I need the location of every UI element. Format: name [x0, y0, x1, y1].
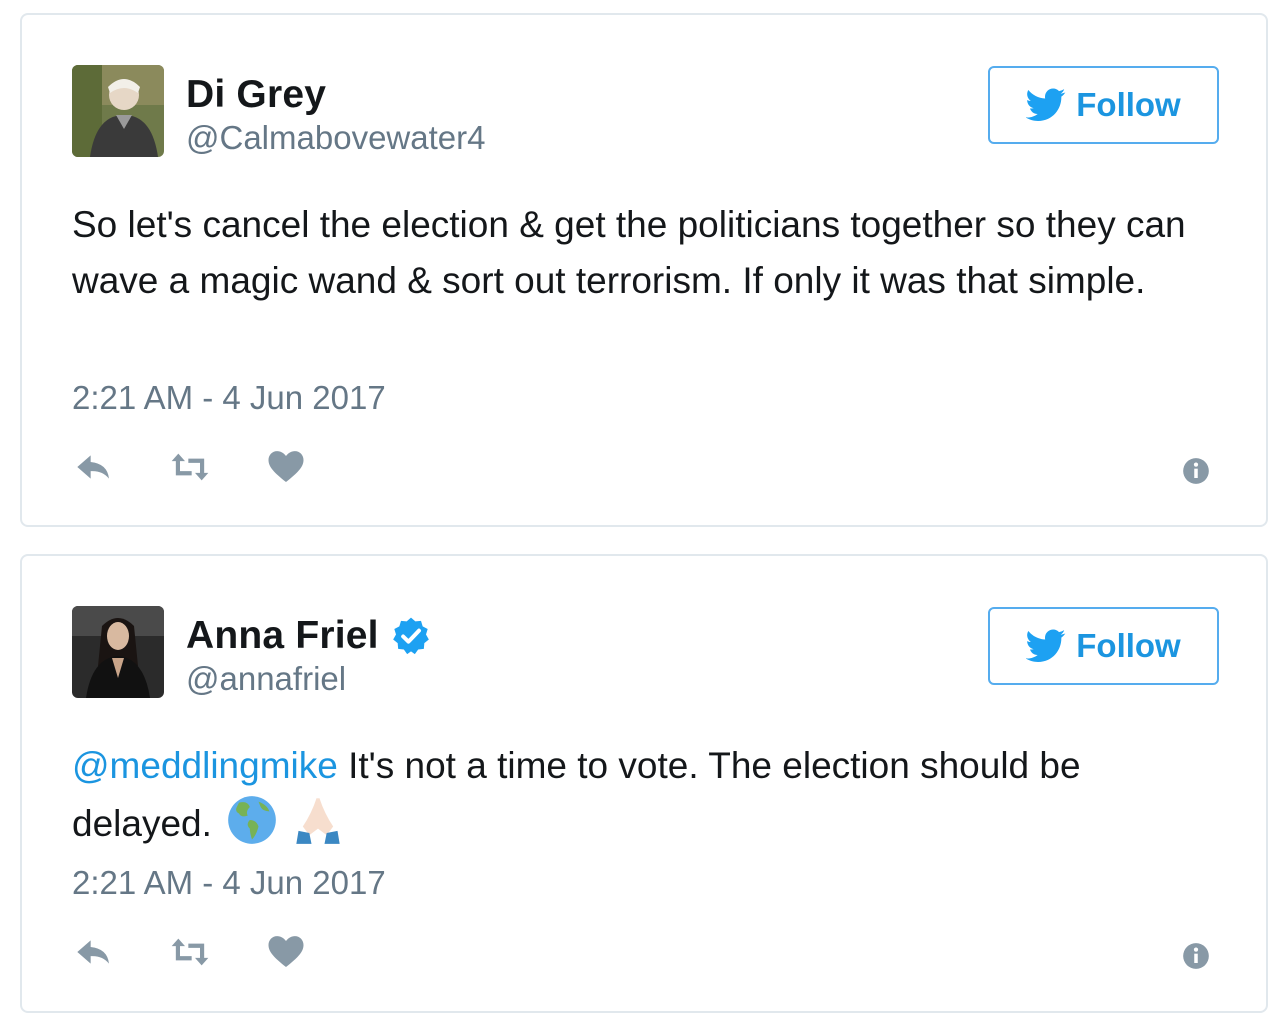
- twitter-bird-icon: [1026, 88, 1066, 121]
- twitter-bird-icon: [1026, 629, 1066, 662]
- heart-icon[interactable]: [266, 447, 306, 487]
- tweet-card: Di Grey @Calmabovewater4 Follow So let's…: [20, 13, 1268, 527]
- verified-badge-icon: [392, 617, 429, 655]
- user-handle[interactable]: @Calmabovewater4: [186, 119, 485, 157]
- info-icon[interactable]: [1182, 457, 1210, 485]
- follow-label: Follow: [1076, 86, 1181, 123]
- tweet-text: So let's cancel the election & get the p…: [72, 204, 1186, 301]
- display-name[interactable]: Di Grey: [186, 73, 326, 117]
- info-icon[interactable]: [1182, 942, 1210, 970]
- tweet-card: Anna Friel @annafriel Follow @meddlingmi…: [20, 554, 1268, 1013]
- avatar[interactable]: [72, 65, 164, 157]
- reply-icon[interactable]: [74, 932, 114, 972]
- reply-icon[interactable]: [74, 447, 114, 487]
- retweet-icon[interactable]: [170, 447, 210, 487]
- avatar[interactable]: [72, 606, 164, 698]
- follow-button[interactable]: Follow: [988, 607, 1219, 685]
- globe-americas-icon: [228, 796, 277, 844]
- folded-hands-icon: [296, 797, 341, 844]
- tweet-text: @meddlingmike It's not a time to vote. T…: [72, 738, 1222, 852]
- tweet-timestamp[interactable]: 2:21 AM - 4 Jun 2017: [72, 864, 386, 902]
- tweet-timestamp[interactable]: 2:21 AM - 4 Jun 2017: [72, 379, 386, 417]
- follow-label: Follow: [1076, 627, 1181, 664]
- heart-icon[interactable]: [266, 932, 306, 972]
- user-handle[interactable]: @annafriel: [186, 660, 346, 698]
- display-name[interactable]: Anna Friel: [186, 614, 379, 658]
- mention-link[interactable]: @meddlingmike: [72, 745, 338, 786]
- follow-button[interactable]: Follow: [988, 66, 1219, 144]
- retweet-icon[interactable]: [170, 932, 210, 972]
